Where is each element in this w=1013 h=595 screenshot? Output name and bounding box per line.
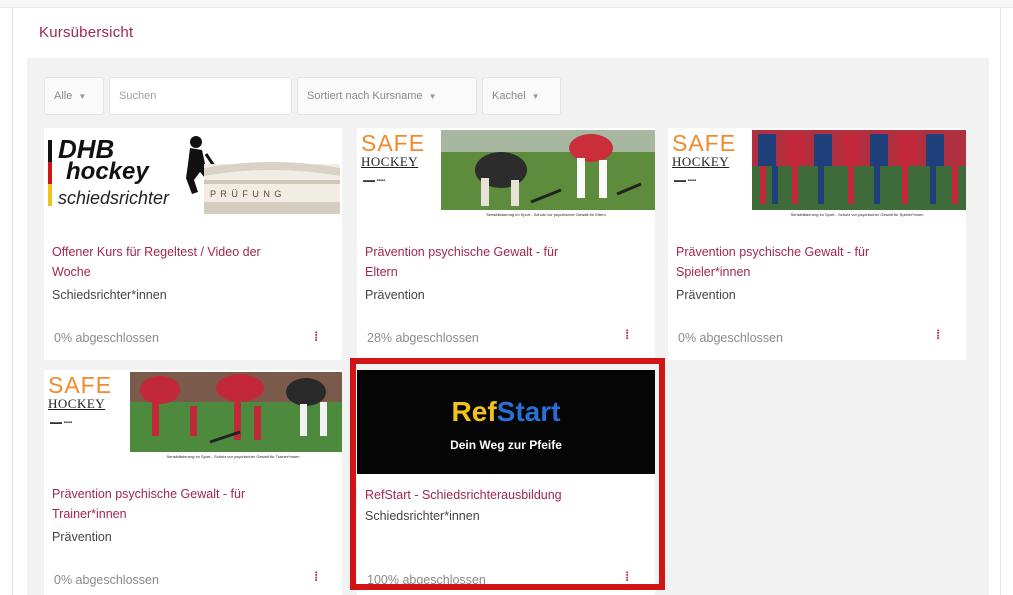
course-progress: 0% abgeschlossen <box>54 573 159 587</box>
safe-hockey-logo: SAFE HOCKEY ▬▬ ▪▪▪▪ <box>668 128 752 208</box>
title-bar <box>27 14 989 58</box>
schiedsrichter-logo-text: schiedsrichter <box>58 188 170 208</box>
hockey-players-photo <box>441 130 655 210</box>
course-title-link[interactable]: Offener Kurs für Regeltest / Video der W… <box>52 242 332 282</box>
kebab-menu-icon[interactable]: ⁞ <box>314 569 318 584</box>
caret-down-icon: ▼ <box>531 91 540 101</box>
course-progress: 28% abgeschlossen <box>367 331 479 345</box>
search-input[interactable] <box>109 77 292 115</box>
course-card[interactable]: SAFE HOCKEY ▬▬ ▪▪▪▪ Sensibilisierung im … <box>357 128 655 360</box>
view-dropdown[interactable]: Kachel ▼ <box>482 77 561 115</box>
safe-logo-text: SAFE <box>48 372 113 398</box>
course-card[interactable]: DHB hockey schiedsrichter P R Ü F U N G … <box>44 128 342 360</box>
course-title-line: Trainer*innen <box>52 507 127 521</box>
course-title-link[interactable]: Prävention psychische Gewalt - für Elter… <box>365 242 645 282</box>
course-title-line: Woche <box>52 265 91 279</box>
course-progress: 0% abgeschlossen <box>54 331 159 345</box>
trainer-players-photo <box>130 372 342 452</box>
course-image: SAFE HOCKEY ▬▬ ▪▪▪▪ Sensibilisierung im … <box>357 128 655 228</box>
team-players-photo <box>752 130 966 210</box>
sort-label: Sortiert nach Kursname <box>307 90 423 102</box>
course-title-line: Prävention psychische Gewalt - für <box>676 245 870 259</box>
course-title-line: Eltern <box>365 265 398 279</box>
caret-down-icon: ▼ <box>428 91 437 101</box>
top-strip <box>0 0 1013 8</box>
status-filter-dropdown[interactable]: Alle ▼ <box>44 77 104 115</box>
safe-logo-text: SAFE <box>361 130 426 156</box>
course-card[interactable]: SAFE HOCKEY ▬▬ ▪▪▪▪ Sensibilisierung im … <box>668 128 966 360</box>
image-caption: Sensibilisierung im Sport - Schutz vor p… <box>790 212 924 217</box>
kebab-menu-icon[interactable]: ⁞ <box>314 329 318 344</box>
page-title: Kursübersicht <box>39 24 134 41</box>
caret-down-icon: ▼ <box>78 91 87 101</box>
status-filter-label: Alle <box>54 90 73 102</box>
sort-dropdown[interactable]: Sortiert nach Kursname ▼ <box>297 77 477 115</box>
frame-border-left <box>12 8 13 595</box>
course-title-line: Prävention psychische Gewalt - für <box>52 487 246 501</box>
dsj-logo-icon: ▬▬ ▪▪▪▪ <box>363 178 386 184</box>
course-image: SAFE HOCKEY ▬▬ ▪▪▪▪ Sensibilisierung im … <box>44 370 342 464</box>
course-image: SAFE HOCKEY ▬▬ ▪▪▪▪ Sensibilisierung im … <box>668 128 966 228</box>
course-category: Prävention <box>676 288 736 302</box>
pruefung-book-text: P R Ü F U N G <box>210 189 283 199</box>
hockey-logo-text: HOCKEY <box>48 396 106 411</box>
safe-hockey-logo: SAFE HOCKEY ▬▬ ▪▪▪▪ <box>357 128 441 208</box>
hockey-logo-text: hockey <box>66 158 149 185</box>
safe-hockey-logo: SAFE HOCKEY ▬▬ ▪▪▪▪ <box>44 370 128 450</box>
course-title-line: Prävention psychische Gewalt - für <box>365 245 559 259</box>
frame-border-right <box>1000 8 1001 595</box>
course-category: Schiedsrichter*innen <box>52 288 167 302</box>
dsj-logo-icon: ▬▬ ▪▪▪▪ <box>674 178 697 184</box>
course-category: Prävention <box>52 530 112 544</box>
course-title-line: Offener Kurs für Regeltest / Video der <box>52 245 261 259</box>
kebab-menu-icon[interactable]: ⁞ <box>936 327 940 342</box>
safe-logo-text: SAFE <box>672 130 737 156</box>
image-caption: Sensibilisierung im Sport - Schutz vor p… <box>486 212 606 217</box>
course-image: DHB hockey schiedsrichter P R Ü F U N G <box>44 128 342 220</box>
course-title-link[interactable]: Prävention psychische Gewalt - für Spiel… <box>676 242 956 282</box>
hockey-logo-text: HOCKEY <box>361 154 419 169</box>
course-title-line: Spieler*innen <box>676 265 751 279</box>
course-category: Prävention <box>365 288 425 302</box>
dsj-logo-icon: ▬▬ ▪▪▪▪ <box>50 420 73 426</box>
view-label: Kachel <box>492 90 526 102</box>
image-caption: Sensibilisierung im Sport - Schutz vor p… <box>166 454 300 459</box>
course-title-link[interactable]: Prävention psychische Gewalt - für Train… <box>52 484 332 524</box>
course-progress: 0% abgeschlossen <box>678 331 783 345</box>
hockey-logo-text: HOCKEY <box>672 154 730 169</box>
course-card[interactable]: SAFE HOCKEY ▬▬ ▪▪▪▪ Sensibilisierung im … <box>44 370 342 595</box>
kebab-menu-icon[interactable]: ⁞ <box>625 327 629 342</box>
highlight-box <box>350 358 665 590</box>
